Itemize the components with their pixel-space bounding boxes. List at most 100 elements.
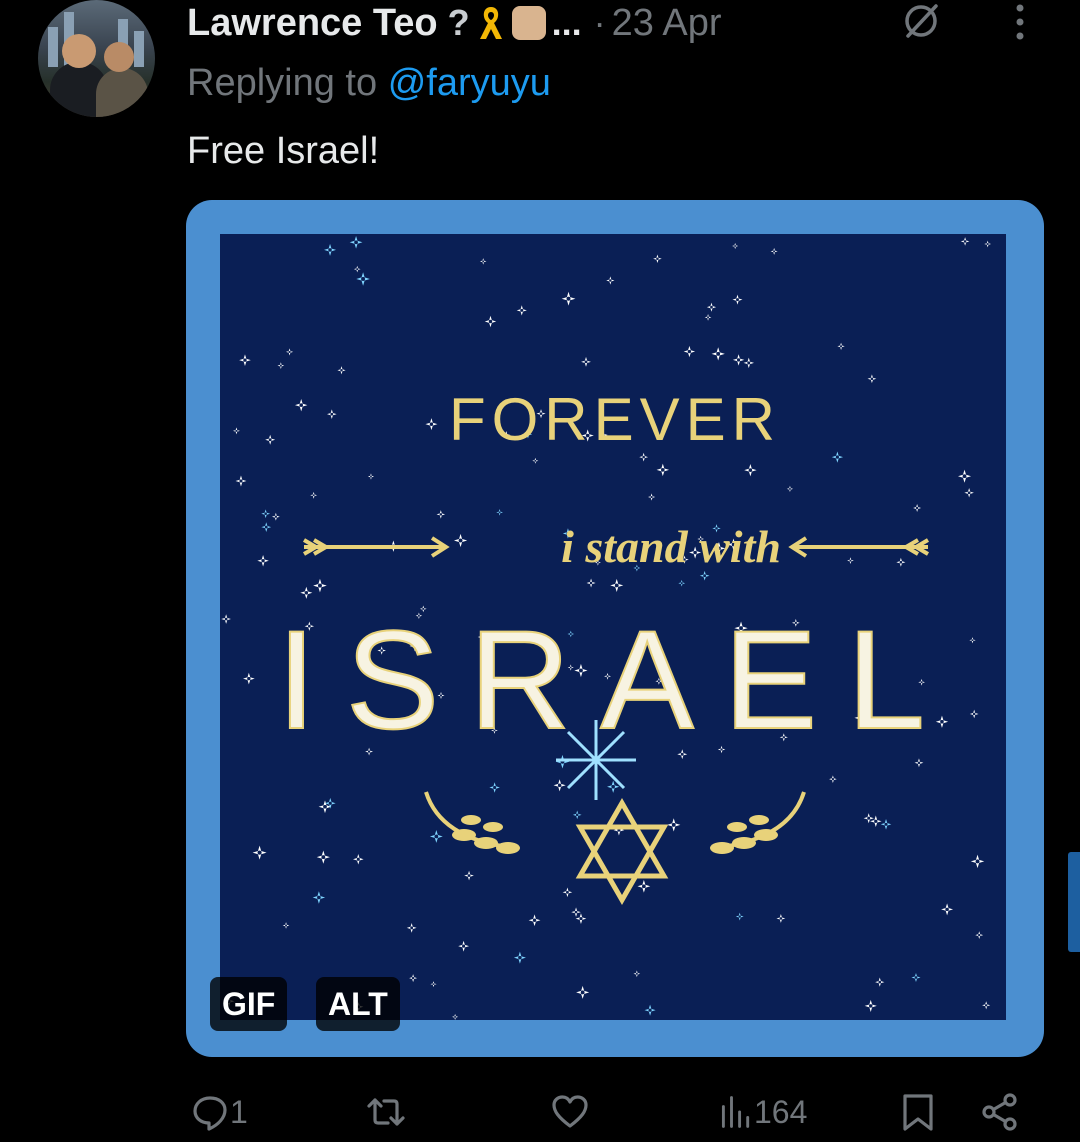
bookmark-icon — [903, 1094, 933, 1131]
reply-icon — [193, 1096, 227, 1131]
sparkle-star — [704, 314, 712, 321]
sparkle-star — [277, 362, 285, 370]
sparkle-star — [316, 850, 330, 864]
sparkle-star — [644, 1004, 656, 1016]
sparkle-star — [870, 815, 882, 828]
replying-prefix: Replying to — [187, 62, 378, 104]
sparkle-star — [914, 758, 924, 768]
sparkle-star — [639, 452, 649, 462]
author-emojis: ? ... — [448, 2, 582, 44]
sparkle-star — [735, 912, 744, 921]
sparkle-star — [969, 637, 976, 644]
sparkle-star — [678, 579, 686, 587]
sparkle-star — [875, 977, 885, 987]
right-arrow-decoration — [788, 536, 930, 558]
sparkle-star — [261, 509, 271, 519]
alt-badge[interactable]: ALT — [316, 977, 400, 1031]
sparkle-star — [561, 291, 576, 306]
sparkle-star — [581, 356, 591, 367]
sparkle-star — [271, 512, 280, 521]
sparkle-star — [975, 931, 984, 940]
sparkle-star — [312, 891, 326, 904]
replying-to: Replying to @faryuyu — [187, 62, 551, 105]
share-button[interactable] — [980, 1090, 1020, 1134]
tweet-media[interactable]: FOREVER i stand with ISRAEL GIF ALT — [186, 200, 1044, 1057]
sparkle-star — [969, 709, 979, 719]
reply-count: 1 — [230, 1093, 248, 1130]
sparkle-star — [960, 237, 970, 246]
retweet-icon — [367, 1098, 405, 1126]
sparkle-star — [571, 907, 581, 917]
laurel-right-icon — [710, 791, 806, 854]
sparkle-star — [864, 999, 877, 1012]
sparkle-star — [257, 555, 269, 567]
sparkle-star — [867, 374, 877, 384]
sparkle-star — [575, 913, 587, 925]
sparkle-star — [984, 240, 992, 248]
gif-badge: GIF — [210, 977, 288, 1031]
grok-icon[interactable] — [900, 0, 942, 42]
sparkle-star — [786, 485, 794, 493]
sparkle-star — [606, 276, 615, 285]
sparkle-star — [572, 810, 582, 820]
author-name[interactable]: Lawrence Teo — [187, 2, 438, 45]
sparkle-star — [711, 347, 725, 361]
sparkle-star — [957, 469, 972, 483]
image-text-forever: FOREVER — [449, 386, 781, 453]
sparkle-star — [282, 922, 290, 929]
sparkle-star — [576, 985, 590, 999]
sparkle-star — [880, 819, 892, 830]
sparkle-star — [425, 418, 438, 431]
image-text-israel: ISRAEL — [277, 601, 955, 758]
sparkle-star — [489, 782, 500, 793]
left-arrow-decoration — [302, 536, 450, 558]
sparkle-star — [285, 348, 294, 356]
like-button[interactable] — [550, 1090, 590, 1134]
sparkle-star — [252, 845, 267, 860]
sparkle-star — [837, 342, 845, 350]
retweet-button[interactable] — [366, 1090, 406, 1134]
sparkle-star — [699, 570, 710, 581]
sparkle-star — [667, 818, 681, 832]
tweet-date[interactable]: 23 Apr — [612, 2, 722, 45]
sparkle-star — [429, 830, 443, 843]
sparkle-star — [349, 235, 363, 249]
sparkle-star — [261, 522, 272, 532]
sparkle-star — [310, 491, 318, 499]
yellow-ribbon-emoji — [479, 7, 502, 39]
scroll-thumb[interactable] — [1068, 852, 1080, 952]
star-of-david-icon — [575, 797, 669, 906]
sparkle-star — [516, 305, 527, 316]
sparkle-star — [324, 243, 337, 256]
sparkle-star — [436, 510, 446, 519]
sparkle-star — [484, 315, 497, 328]
reply-button[interactable]: 1 — [190, 1090, 248, 1134]
sparkle-star — [743, 357, 755, 369]
more-icon[interactable] — [1002, 0, 1038, 44]
tweet-actions: 1 164 — [0, 1084, 1080, 1142]
sparkle-star — [941, 903, 954, 916]
sparkle-star — [683, 345, 696, 358]
views-count: 164 — [754, 1093, 808, 1130]
tweet-text: Free Israel! — [187, 130, 380, 172]
sparkle-star — [633, 970, 641, 978]
sparkle-star — [235, 475, 247, 487]
sparkle-star — [847, 557, 854, 564]
sparkle-star — [770, 247, 778, 255]
name-ellipsis: ... — [551, 2, 582, 43]
sparkle-star — [367, 473, 375, 480]
like-icon — [552, 1095, 588, 1128]
sparkle-star — [265, 434, 276, 445]
views-button[interactable]: 164 — [718, 1090, 807, 1134]
replying-handle[interactable]: @faryuyu — [388, 62, 551, 104]
sparkle-star — [970, 854, 985, 869]
sparkle-star — [337, 366, 346, 375]
sparkle-star — [532, 457, 539, 464]
sparkle-star — [243, 672, 255, 685]
sparkle-star — [324, 797, 336, 809]
author-avatar[interactable] — [38, 0, 155, 117]
sparkle-star — [656, 463, 670, 477]
question-mark-emoji: ? — [447, 2, 470, 43]
sparkle-star — [232, 427, 240, 435]
bookmark-button[interactable] — [898, 1090, 938, 1134]
